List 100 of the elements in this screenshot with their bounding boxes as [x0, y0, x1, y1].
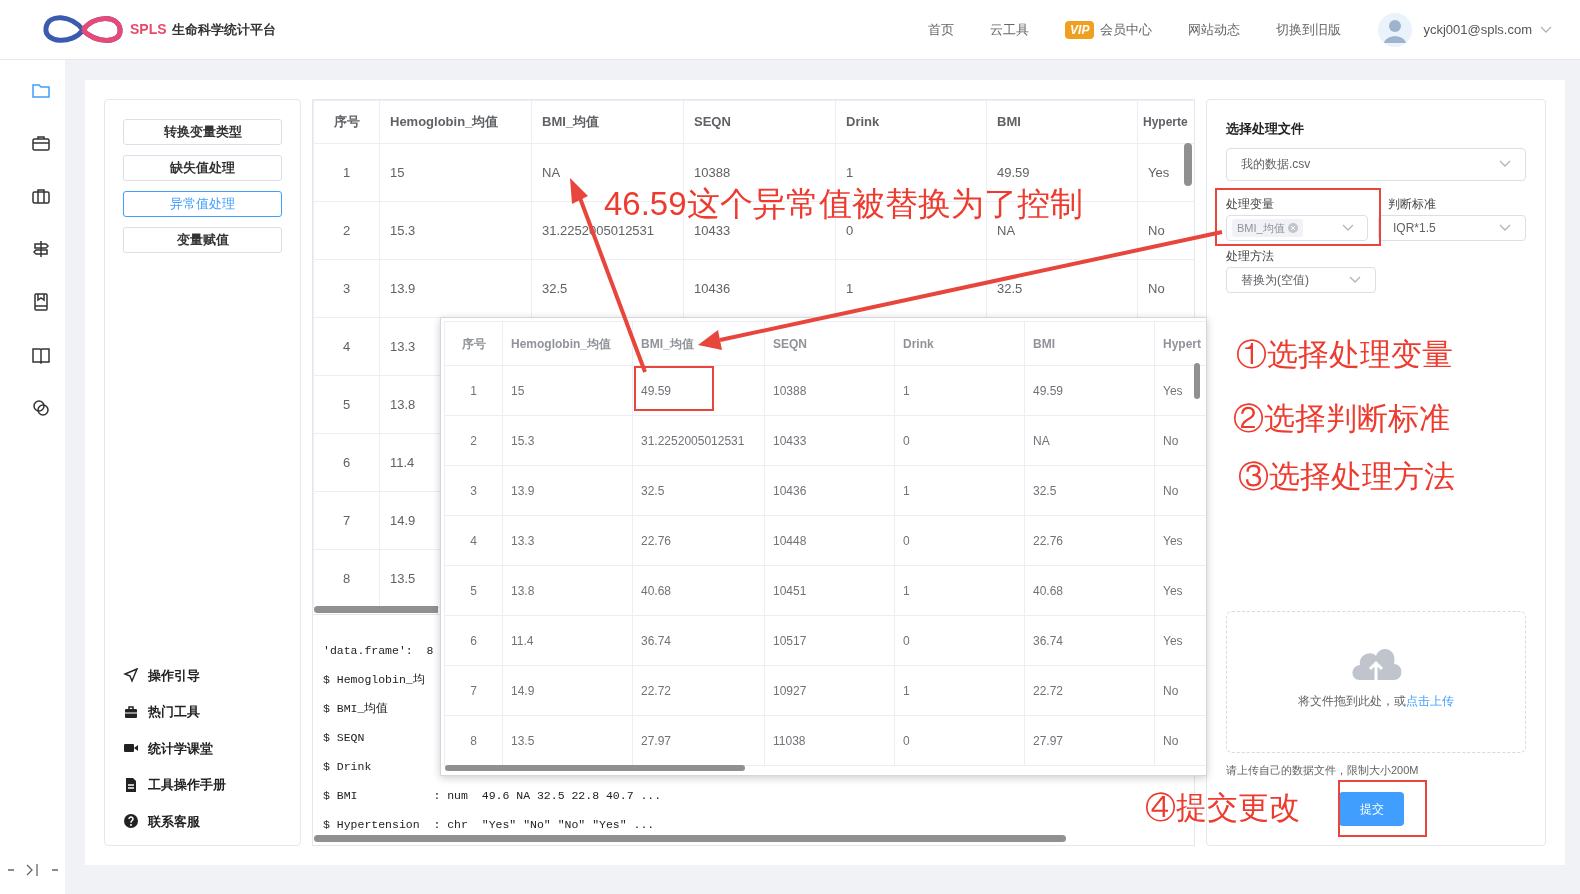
field-label: 处理方法	[1226, 247, 1275, 265]
help-link[interactable]: 联系客服	[123, 811, 300, 831]
table-cell: 1	[313, 143, 380, 202]
tool-menu-button[interactable]: 缺失值处理	[123, 155, 282, 181]
table-cell: 4	[444, 515, 503, 566]
table-cell: 1	[894, 665, 1025, 716]
console-line: $ BMI : num 49.6 NA 32.5 22.8 40.7 ...	[323, 789, 662, 802]
table-cell: 3	[444, 465, 503, 516]
scrollbar[interactable]	[314, 606, 438, 613]
column-header: SEQN	[764, 321, 895, 366]
scrollbar[interactable]	[314, 835, 1066, 842]
table-cell: NA	[1024, 415, 1155, 466]
help-link[interactable]: 工具操作手册	[123, 775, 300, 795]
scrollbar[interactable]	[445, 765, 745, 771]
remove-icon[interactable]	[1287, 222, 1298, 233]
table-cell: 1	[894, 465, 1025, 516]
scrollbar[interactable]	[1194, 363, 1200, 399]
tool-menu-button[interactable]: 转换变量类型	[123, 119, 282, 145]
select-field[interactable]: IQR*1.5	[1378, 214, 1526, 241]
console-line: $ Hemoglobin_均	[323, 673, 425, 686]
column-header: BMI_均值	[531, 100, 684, 144]
table-cell: 6	[313, 433, 380, 492]
column-header: Hemoglobin_均值	[379, 100, 532, 144]
avatar-icon[interactable]	[1377, 11, 1414, 48]
field-label: 判断标准	[1387, 195, 1437, 213]
chevron-down-icon	[1499, 160, 1511, 168]
upload-area[interactable]: 将文件拖到此处，或点击上传	[1226, 610, 1526, 753]
field-label: 处理变量	[1226, 195, 1275, 213]
table-cell: 0	[894, 415, 1025, 466]
column-header: Drink	[894, 321, 1025, 366]
upload-hint: 请上传自己的数据文件，限制大小200M	[1226, 762, 1420, 778]
table-cell: 32.5	[1024, 465, 1155, 516]
console-line: $ Drink	[323, 760, 372, 773]
nav-link[interactable]: 云工具	[990, 19, 1030, 40]
console-line: $ BMI_均值	[323, 702, 389, 715]
help-link[interactable]: 热门工具	[123, 702, 300, 722]
collapse-icon[interactable]	[5, 862, 60, 878]
section-title: 选择处理文件	[1226, 120, 1305, 138]
table-cell: 1	[894, 565, 1025, 616]
logo-subtitle: 生命科学统计平台	[171, 20, 276, 39]
table-cell: 22.72	[632, 665, 765, 716]
annotation-text: ④提交更改	[1145, 789, 1300, 827]
table-cell: 15.3	[379, 201, 532, 260]
column-header: Hypert	[1154, 321, 1206, 366]
help-link[interactable]: 统计学课堂	[123, 738, 300, 758]
table-cell: 10448	[764, 515, 895, 566]
table-cell: 13.8	[502, 565, 633, 616]
chevron-down-icon	[1342, 223, 1354, 232]
table-cell: 22.76	[1024, 515, 1155, 566]
select-field[interactable]: 替换为(空值)	[1226, 266, 1376, 293]
table-cell: 10433	[764, 415, 895, 466]
table-cell: 5	[313, 375, 380, 434]
table-cell: 11038	[764, 715, 895, 766]
table-cell: 3	[313, 259, 380, 318]
table-cell: 13.3	[502, 515, 633, 566]
chevron-down-icon	[1349, 275, 1361, 284]
table-cell: 15.3	[502, 415, 633, 466]
chevron-down-icon	[1540, 25, 1552, 34]
table-cell: 49.59	[1024, 365, 1155, 416]
select-field[interactable]: 我的数据.csv	[1226, 147, 1526, 181]
column-header: 序号	[313, 100, 380, 144]
table-cell: 10388	[764, 365, 895, 416]
selected-tag: BMI_均值	[1232, 218, 1303, 237]
nav-link[interactable]: VIP 会员中心	[1065, 19, 1153, 40]
column-header: Hyperte	[1137, 100, 1194, 144]
table-cell: 4	[313, 317, 380, 376]
table-cell: 36.74	[1024, 615, 1155, 666]
document-icon	[123, 776, 139, 793]
table-cell: 1	[894, 365, 1025, 416]
nav-link[interactable]: 网站动态	[1188, 19, 1241, 40]
column-header: Drink	[835, 100, 987, 144]
user-email[interactable]: yckj001@spls.com	[1423, 19, 1532, 40]
table-cell: 5	[444, 565, 503, 616]
table-cell: 13.9	[502, 465, 633, 516]
table-cell: 31.2252005012531	[632, 415, 765, 466]
column-header: SEQN	[683, 100, 836, 144]
table-cell: 7	[444, 665, 503, 716]
logo-text: SPLS	[130, 20, 167, 39]
table-cell: 22.76	[632, 515, 765, 566]
table-cell: 14.9	[502, 665, 633, 716]
vip-badge: VIP	[1065, 20, 1095, 39]
table-cell: 6	[444, 615, 503, 666]
tool-menu-button[interactable]: 变量赋值	[123, 227, 282, 253]
annotation-text: ②选择判断标准	[1233, 400, 1450, 438]
scrollbar[interactable]	[1184, 143, 1192, 186]
table-cell: 10436	[764, 465, 895, 516]
console-line: $ Hypertension : chr "Yes" "No" "No" "Yes" ...	[323, 818, 655, 831]
table-cell: 22.72	[1024, 665, 1155, 716]
table-cell: 49.59	[632, 365, 765, 416]
table-cell: 15	[502, 365, 633, 416]
table-cell: 10517	[764, 615, 895, 666]
column-header: 序号	[444, 321, 503, 366]
console-line: $ SEQN	[323, 731, 365, 744]
nav-link[interactable]: 切换到旧版	[1276, 19, 1342, 40]
nav-link[interactable]: 首页	[928, 19, 955, 40]
table-cell: 27.97	[1024, 715, 1155, 766]
table-cell: 40.68	[632, 565, 765, 616]
help-link[interactable]: 操作引导	[123, 665, 300, 685]
table-cell: 0	[894, 615, 1025, 666]
table-cell: 11.4	[502, 615, 633, 666]
